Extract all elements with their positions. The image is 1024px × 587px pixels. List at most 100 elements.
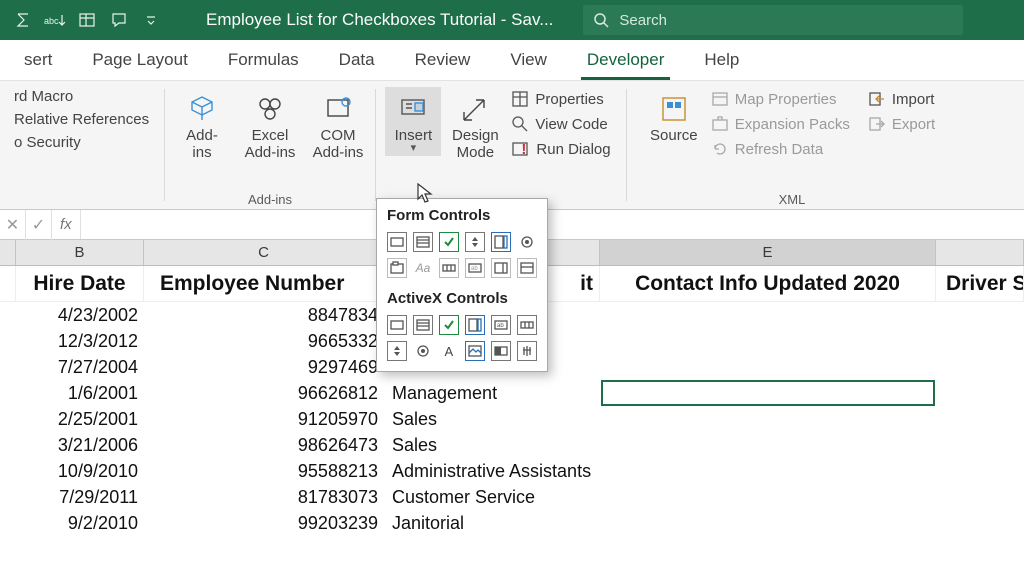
table-icon[interactable] — [72, 5, 102, 35]
cell-contact-info[interactable] — [600, 458, 936, 484]
cell-hire-date[interactable]: 7/29/2011 — [16, 484, 144, 510]
cell-hire-date[interactable]: 12/3/2012 — [16, 328, 144, 354]
tab-help[interactable]: Help — [684, 42, 759, 80]
activex-image-control[interactable] — [465, 341, 485, 361]
source-button[interactable]: Source — [643, 87, 705, 148]
cell-department[interactable]: Sales — [384, 432, 600, 458]
tab-view[interactable]: View — [490, 42, 567, 80]
excel-addins-button[interactable]: Excel Add-ins — [238, 87, 302, 165]
cell-contact-info[interactable] — [600, 328, 936, 354]
cell-employee-number[interactable]: 99203239 — [144, 510, 384, 536]
qat-dropdown-icon[interactable] — [136, 5, 166, 35]
cell-hire-date[interactable]: 7/27/2004 — [16, 354, 144, 380]
cell-employee-number[interactable]: 98626473 — [144, 432, 384, 458]
cell-department[interactable]: Sales — [384, 406, 600, 432]
cell-driver[interactable] — [936, 432, 1024, 458]
col-header-a[interactable] — [0, 240, 16, 265]
record-macro-button[interactable]: rd Macro — [8, 85, 79, 108]
properties-button[interactable]: Properties — [509, 87, 616, 111]
macro-security-button[interactable]: o Security — [8, 131, 87, 154]
cell-driver[interactable] — [936, 406, 1024, 432]
sort-icon[interactable]: abc — [40, 5, 70, 35]
form-combobox-control[interactable] — [413, 232, 433, 252]
cell-hire-date[interactable]: 2/25/2001 — [16, 406, 144, 432]
form-radio-control[interactable] — [517, 232, 537, 252]
activex-label-control[interactable]: A — [439, 341, 459, 361]
import-xml-button[interactable]: Import — [866, 87, 941, 111]
cell-driver[interactable] — [936, 302, 1024, 328]
tab-page-layout[interactable]: Page Layout — [72, 42, 207, 80]
activex-scrollbar-control[interactable] — [517, 315, 537, 335]
table-row[interactable]: 3/21/200698626473Sales — [0, 432, 1024, 458]
cell-contact-info[interactable] — [600, 302, 936, 328]
cell-contact-info[interactable] — [600, 354, 936, 380]
table-row[interactable]: 1/6/200196626812Management — [0, 380, 1024, 406]
cell-hire-date[interactable]: 3/21/2006 — [16, 432, 144, 458]
cell-contact-info[interactable] — [600, 406, 936, 432]
cell-employee-number[interactable]: 9297469 — [144, 354, 384, 380]
activex-listbox-control[interactable] — [465, 315, 485, 335]
cell-hire-date[interactable]: 4/23/2002 — [16, 302, 144, 328]
activex-checkbox-control[interactable] — [439, 315, 459, 335]
cancel-fx-button[interactable]: ✕ — [0, 210, 26, 240]
cell-employee-number[interactable]: 8847834 — [144, 302, 384, 328]
addins-button[interactable]: Add- ins — [170, 87, 234, 165]
col-header-f[interactable] — [936, 240, 1024, 265]
cell-contact-info[interactable] — [600, 484, 936, 510]
cell-driver[interactable] — [936, 328, 1024, 354]
comment-icon[interactable] — [104, 5, 134, 35]
activex-radio-control[interactable] — [413, 341, 433, 361]
autosum-icon[interactable] — [8, 5, 38, 35]
cell-employee-number[interactable]: 91205970 — [144, 406, 384, 432]
cell-department[interactable]: Customer Service — [384, 484, 600, 510]
activex-spinner-control[interactable] — [387, 341, 407, 361]
cell-hire-date[interactable]: 1/6/2001 — [16, 380, 144, 406]
tab-formulas[interactable]: Formulas — [208, 42, 319, 80]
fx-icon[interactable]: fx — [52, 210, 81, 239]
form-listbox-control[interactable] — [491, 232, 511, 252]
tab-insert-truncated[interactable]: sert — [4, 42, 72, 80]
cell-driver[interactable] — [936, 354, 1024, 380]
tab-data[interactable]: Data — [319, 42, 395, 80]
tab-developer[interactable]: Developer — [567, 42, 685, 80]
activex-combobox-control[interactable] — [413, 315, 433, 335]
activex-more-control[interactable] — [517, 341, 537, 361]
col-header-e[interactable]: E — [600, 240, 936, 265]
form-button-control[interactable] — [387, 232, 407, 252]
cell-driver[interactable] — [936, 380, 1024, 406]
table-row[interactable]: 10/9/201095588213Administrative Assistan… — [0, 458, 1024, 484]
insert-control-button[interactable]: Insert ▾ — [385, 87, 441, 156]
cell-department[interactable]: Janitorial — [384, 510, 600, 536]
activex-toggle-control[interactable] — [491, 341, 511, 361]
relative-references-button[interactable]: Relative References — [8, 108, 155, 131]
cell-driver[interactable] — [936, 510, 1024, 536]
form-groupbox-control[interactable] — [387, 258, 407, 278]
cell-employee-number[interactable]: 9665332 — [144, 328, 384, 354]
col-header-b[interactable]: B — [16, 240, 144, 265]
run-dialog-button[interactable]: ! Run Dialog — [509, 137, 616, 161]
cell-employee-number[interactable]: 95588213 — [144, 458, 384, 484]
activex-textbox-control[interactable]: ab — [491, 315, 511, 335]
table-row[interactable]: 7/29/201181783073Customer Service — [0, 484, 1024, 510]
cell-contact-info[interactable] — [600, 510, 936, 536]
view-code-button[interactable]: View Code — [509, 112, 616, 136]
form-checkbox-control[interactable] — [439, 232, 459, 252]
cell-employee-number[interactable]: 81783073 — [144, 484, 384, 510]
tab-review[interactable]: Review — [395, 42, 491, 80]
cell-contact-info[interactable] — [600, 432, 936, 458]
search-box[interactable]: Search — [583, 5, 963, 35]
cell-driver[interactable] — [936, 458, 1024, 484]
com-addins-button[interactable]: COM Add-ins — [306, 87, 370, 165]
cell-contact-info[interactable] — [600, 380, 936, 406]
col-header-c[interactable]: C — [144, 240, 384, 265]
enter-fx-button[interactable]: ✓ — [26, 210, 52, 240]
design-mode-button[interactable]: Design Mode — [445, 87, 505, 165]
cell-department[interactable]: Administrative Assistants — [384, 458, 600, 484]
cell-department[interactable]: Management — [384, 380, 600, 406]
cell-employee-number[interactable]: 96626812 — [144, 380, 384, 406]
cell-hire-date[interactable]: 9/2/2010 — [16, 510, 144, 536]
form-spinner-control[interactable] — [465, 232, 485, 252]
cell-driver[interactable] — [936, 484, 1024, 510]
cell-hire-date[interactable]: 10/9/2010 — [16, 458, 144, 484]
form-label-control[interactable]: Aa — [413, 258, 433, 278]
